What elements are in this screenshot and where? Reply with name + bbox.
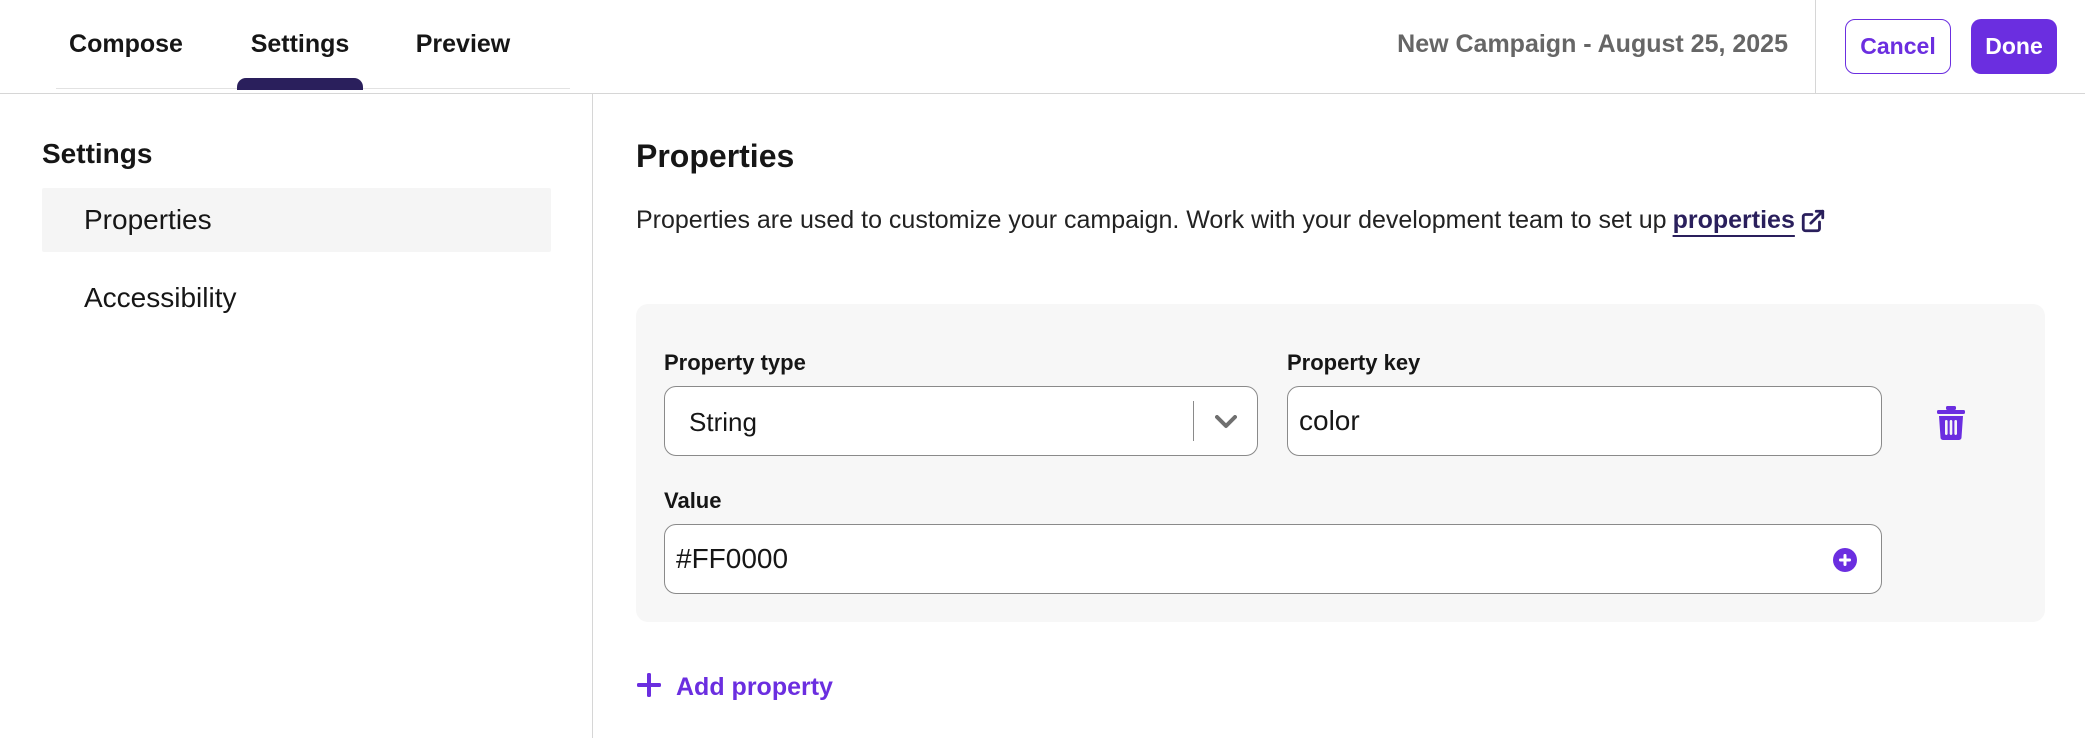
chevron-down-icon[interactable] <box>1212 409 1240 435</box>
description-text: Properties are used to customize your ca… <box>636 206 1667 234</box>
select-separator <box>1193 401 1194 441</box>
done-button[interactable]: Done <box>1971 19 2057 74</box>
value-input[interactable]: #FF0000 <box>664 524 1882 594</box>
property-type-select[interactable]: String <box>664 386 1258 456</box>
plus-icon <box>636 672 662 703</box>
sidebar-item-label: Accessibility <box>84 282 237 313</box>
active-tab-indicator <box>237 78 363 90</box>
settings-sidebar: Settings Properties Accessibility <box>0 94 593 738</box>
trash-icon[interactable] <box>1936 406 1966 440</box>
value-label: Value <box>664 488 722 513</box>
properties-description: Properties are used to customize your ca… <box>636 206 1826 235</box>
sidebar-item-accessibility[interactable]: Accessibility <box>42 266 551 330</box>
value-text: #FF0000 <box>676 543 789 574</box>
header-divider <box>1815 0 1816 94</box>
campaign-title: New Campaign - August 25, 2025 <box>1397 30 1788 58</box>
top-bar: Compose Settings Preview New Campaign - … <box>0 0 2085 94</box>
property-key-label: Property key <box>1287 350 1421 375</box>
page-title: Properties <box>636 138 795 174</box>
tab-settings[interactable]: Settings <box>237 0 363 89</box>
property-type-label: Property type <box>664 350 806 375</box>
main-panel: Properties Properties are used to custom… <box>594 94 2085 738</box>
cancel-button[interactable]: Cancel <box>1845 19 1951 74</box>
add-property-label: Add property <box>676 672 833 701</box>
property-key-input[interactable]: color <box>1287 386 1882 456</box>
property-key-value: color <box>1299 405 1360 436</box>
tab-bar: Compose Settings Preview <box>56 0 570 90</box>
property-type-value: String <box>689 406 757 437</box>
plus-circle-icon[interactable] <box>1832 547 1858 573</box>
sidebar-item-properties[interactable]: Properties <box>42 188 551 252</box>
properties-link[interactable]: properties <box>1673 206 1795 235</box>
add-property-button[interactable]: Add property <box>636 667 833 707</box>
property-card: Property type Property key String color <box>636 304 2045 622</box>
external-link-icon[interactable] <box>1800 208 1826 234</box>
tab-compose[interactable]: Compose <box>56 0 196 89</box>
sidebar-heading: Settings <box>42 138 153 169</box>
sidebar-item-label: Properties <box>84 204 212 235</box>
tab-preview[interactable]: Preview <box>403 0 523 89</box>
